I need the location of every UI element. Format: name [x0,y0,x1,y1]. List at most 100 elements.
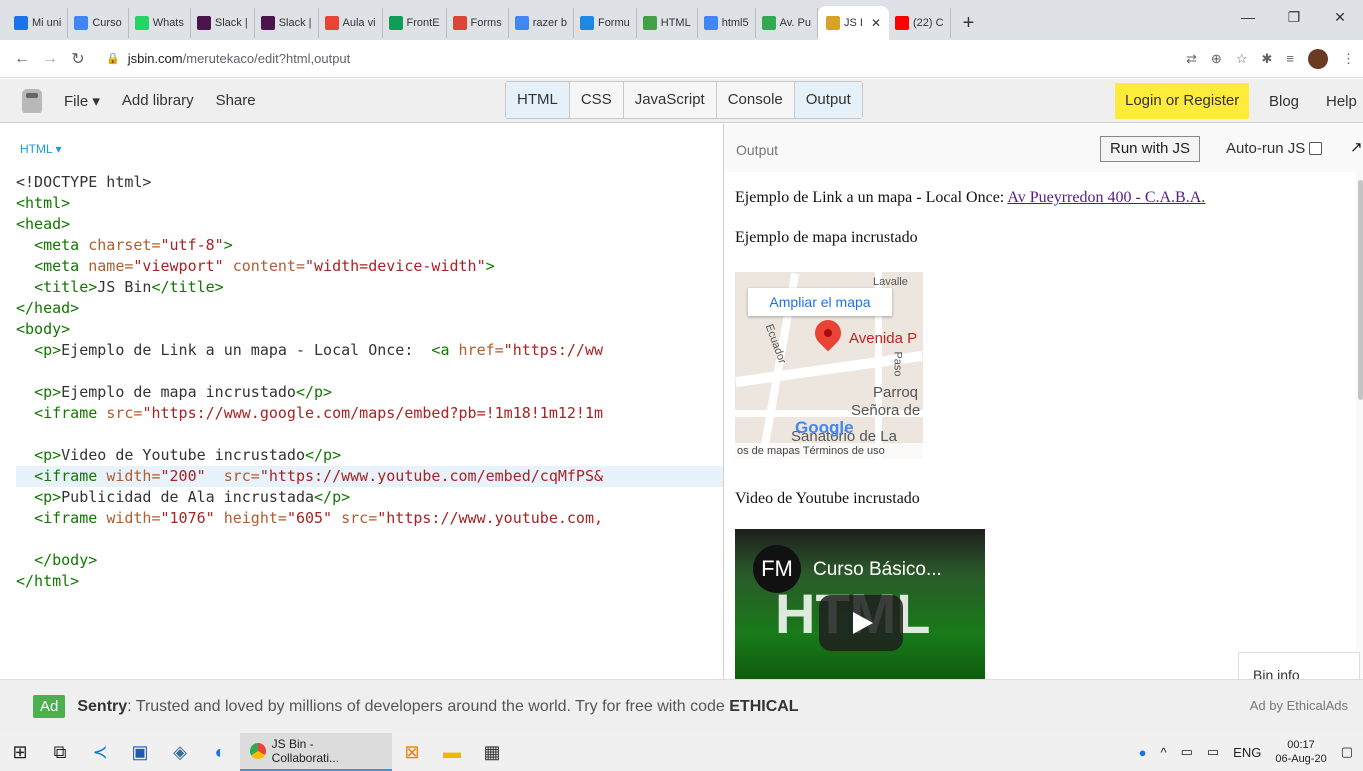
code-line[interactable]: </body> [16,550,723,571]
extensions-puzzle-icon[interactable]: ✱ [1261,51,1272,67]
panel-css-toggle[interactable]: CSS [570,82,624,118]
code-editor[interactable]: <!DOCTYPE html> <html> <head> <meta charse… [16,172,723,592]
tab-label: razer b [532,17,567,29]
code-line[interactable]: <meta charset="utf-8"> [16,235,723,256]
url-input[interactable]: 🔒 jsbin.com/merutekaco/edit?html,output [102,43,1172,74]
code-line[interactable]: <iframe src="https://www.google.com/maps… [16,403,723,424]
panel-html-toggle[interactable]: HTML [506,82,570,118]
embedded-map[interactable]: Lavalle Ampliar el mapa Avenida P Ecuado… [735,272,923,459]
back-icon[interactable]: ← [8,50,36,68]
notifications-icon[interactable]: ▢ [1341,744,1353,760]
add-library-button[interactable]: Add library [122,92,194,109]
virtualbox-icon[interactable]: ▣ [120,733,160,771]
code-line[interactable]: <p>Ejemplo de mapa incrustado</p> [16,382,723,403]
ampliar-mapa-button[interactable]: Ampliar el mapa [748,288,892,316]
browser-tab[interactable]: Av. Pu [756,8,818,38]
code-line[interactable]: <p>Publicidad de Ala incrustada</p> [16,487,723,508]
language-indicator[interactable]: ENG [1233,745,1261,760]
code-line[interactable]: <p>Ejemplo de Link a un mapa - Local Onc… [16,340,723,361]
jsbin-logo-icon[interactable] [22,88,42,113]
map-footer[interactable]: os de mapas Términos de uso [735,443,923,459]
browser-tab[interactable]: Forms [447,8,509,38]
autorun-toggle[interactable]: Auto-run JS [1226,140,1323,157]
ad-brand[interactable]: Sentry [77,698,127,715]
tab-favicon-icon [579,16,594,30]
blog-link[interactable]: Blog [1269,93,1299,110]
reading-list-icon[interactable]: ≡ [1286,51,1294,66]
browser-tab[interactable]: Curso [68,8,129,38]
media-app-icon[interactable]: ▦ [472,733,512,771]
clock[interactable]: 00:17 06-Aug-20 [1275,738,1326,766]
browser-tab[interactable]: Slack | [255,8,319,38]
vscode-icon[interactable]: ≺ [80,733,120,771]
ad-text[interactable]: Sentry: Trusted and loved by millions of… [77,698,798,716]
browser-tab[interactable]: Formu [574,8,637,38]
panel-javascript-toggle[interactable]: JavaScript [624,82,717,118]
windows-start-icon[interactable]: ⊞ [0,733,40,771]
browser-tab[interactable]: JS I ✕ [818,6,890,40]
code-line[interactable]: <title>JS Bin</title> [16,277,723,298]
browser-tab[interactable]: razer b [509,8,574,38]
code-line[interactable] [16,529,723,550]
mysql-workbench-icon[interactable]: ◈ [160,733,200,771]
browser-tab[interactable]: Aula vi [319,8,383,38]
translate-icon[interactable]: ⇄ [1186,51,1197,67]
close-window-button[interactable]: ✕ [1317,0,1363,34]
expand-icon[interactable]: ↗ [1350,138,1363,156]
close-tab-icon[interactable]: ✕ [871,16,881,30]
tab-label: Mi uni [32,17,62,29]
file-menu[interactable]: File ▾ [64,92,100,110]
browser-tab[interactable]: Slack | [191,8,255,38]
run-with-js-button[interactable]: Run with JS [1100,136,1201,162]
browser-tab[interactable]: Mi uni [8,8,69,38]
code-line[interactable]: <iframe width="1076" height="605" src="h… [16,508,723,529]
code-line[interactable]: <head> [16,214,723,235]
code-line[interactable]: <p>Video de Youtube incrustado</p> [16,445,723,466]
browser-tab[interactable]: Whats [129,8,191,38]
maximize-button[interactable]: ❐ [1271,0,1317,34]
panel-output-toggle[interactable]: Output [794,82,862,118]
show-hidden-icons[interactable]: ^ [1160,745,1166,760]
login-register-button[interactable]: Login or Register [1115,83,1250,119]
code-line[interactable]: <body> [16,319,723,340]
browser-tab[interactable]: HTML [637,8,698,38]
autorun-checkbox[interactable] [1309,142,1323,155]
help-link[interactable]: Help [1326,93,1357,110]
help-tray-icon[interactable]: ● [1139,745,1147,760]
code-line[interactable]: </html> [16,571,723,592]
network-icon[interactable]: ▭ [1181,744,1193,760]
code-line[interactable] [16,361,723,382]
play-icon[interactable] [819,595,903,651]
minimize-button[interactable]: — [1225,0,1271,34]
browser-tab[interactable]: html5 [698,8,756,38]
browser-tab[interactable]: FrontE [383,8,447,38]
embedded-youtube-video[interactable]: HTML FM Curso Básico... [735,529,985,679]
code-line[interactable]: </head> [16,298,723,319]
editor-language-dropdown[interactable]: HTML ▾ [20,142,62,156]
forward-icon[interactable]: → [36,50,64,68]
code-line[interactable]: <!DOCTYPE html> [16,172,723,193]
zoom-icon[interactable]: ⊕ [1211,51,1222,67]
bin-info-button[interactable]: Bin info [1238,652,1360,682]
code-line[interactable] [16,424,723,445]
star-icon[interactable]: ☆ [1236,51,1248,67]
profile-avatar[interactable] [1307,48,1328,69]
code-line[interactable]: <html> [16,193,723,214]
xampp-icon[interactable]: ⊠ [392,733,432,771]
map-link[interactable]: Av Pueyrredon 400 - C.A.B.A. [1007,189,1205,206]
output-scrollbar[interactable] [1358,180,1363,400]
taskbar-app-chrome[interactable]: JS Bin - Collaborati... [240,733,392,771]
code-line[interactable]: <iframe width="200" src="https://www.you… [16,466,723,487]
battery-icon[interactable]: ▭ [1207,744,1219,760]
share-button[interactable]: Share [216,92,256,109]
new-tab-button[interactable]: + [951,8,987,38]
code-line[interactable]: <meta name="viewport" content="width=dev… [16,256,723,277]
skype-icon[interactable]: ◐ [200,733,240,771]
task-view-icon[interactable]: ⧉ [40,733,80,771]
reload-icon[interactable]: ↻ [64,49,92,69]
browser-tab[interactable]: (22) C [889,8,951,38]
panel-console-toggle[interactable]: Console [717,82,795,118]
file-explorer-icon[interactable]: ▬ [432,733,472,771]
menu-dots-icon[interactable]: ⋮ [1342,51,1355,67]
ad-attribution-link[interactable]: Ad by EthicalAds [1250,698,1348,713]
